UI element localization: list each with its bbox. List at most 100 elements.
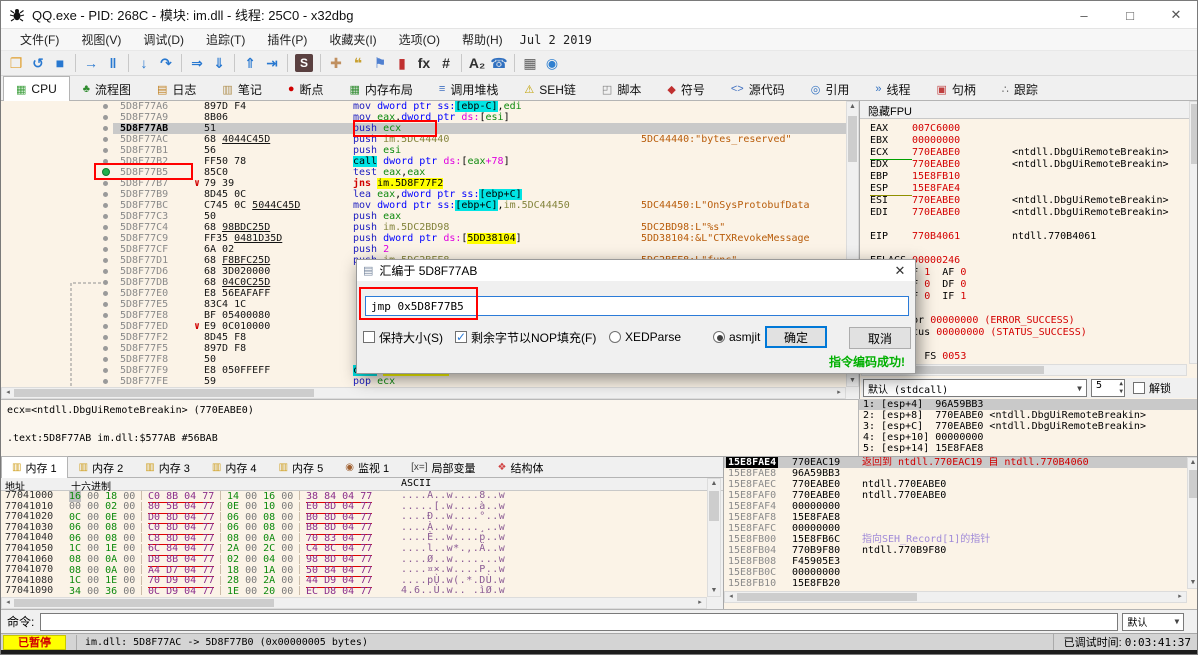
stack-row[interactable]: 15E8FAFC 00000000 [724, 523, 1197, 534]
disasm-row[interactable]: 5D8F77CF 6A 02 push 2 [1, 244, 846, 255]
stack-row[interactable]: 15E8FAE4 770EAC19 返回到 ntdll.770EAC19 自 ntd… [724, 457, 1197, 468]
tab-source[interactable]: <> 源代码 [718, 77, 798, 100]
breakpoint-gutter[interactable] [1, 178, 113, 189]
breakpoint-gutter[interactable] [1, 101, 113, 112]
menu-trace[interactable]: 追踪(T) [195, 29, 256, 50]
tab-references[interactable]: ◎ 引用 [798, 77, 863, 100]
breakpoint-gutter[interactable] [1, 354, 113, 365]
dump-row[interactable]: 77041010 00 00 02 00 80 5B 04 77 0E 00 10 0… [1, 501, 707, 514]
breakpoint-gutter[interactable] [1, 189, 113, 200]
arg-count-stepper[interactable]: 5 ▲ ▼ [1091, 379, 1125, 397]
command-mode-select[interactable]: 默认 ▼ [1122, 612, 1185, 631]
tab-breakpoints[interactable]: ● 断点 [275, 77, 337, 100]
hide-fpu-button[interactable]: 隐藏FPU [860, 101, 1197, 119]
tab-dump-5[interactable]: ▥ 内存 5 [268, 457, 335, 477]
menu-plugins[interactable]: 插件(P) [256, 29, 318, 50]
stack-vscrollbar[interactable]: ▲ ▼ [1187, 457, 1197, 589]
tab-graph[interactable]: ♣ 流程图 [70, 77, 144, 100]
menu-view[interactable]: 视图(V) [70, 29, 132, 50]
dump-row[interactable]: 77041080 1C 00 1E 00 70 D9 04 77 28 00 2A 0… [1, 575, 707, 588]
breakpoint-gutter[interactable] [1, 299, 113, 310]
breakpoint-gutter[interactable] [1, 167, 113, 178]
menu-file[interactable]: 文件(F) [9, 29, 70, 50]
disasm-row[interactable]: 5D8F77C9 FF35 0481D35D push dword ptr ds:[… [1, 233, 846, 244]
command-input[interactable] [40, 612, 1119, 631]
close-button[interactable]: ✕ [1153, 1, 1197, 29]
tab-handles[interactable]: ▣ 句柄 [923, 77, 988, 100]
asmjit-radio[interactable]: asmjit [713, 326, 760, 348]
minimize-button[interactable]: – [1061, 1, 1107, 29]
stack-row[interactable]: 15E8FB0C 00000000 [724, 567, 1197, 578]
stop-badge-icon[interactable]: S [295, 54, 313, 72]
breakpoint-gutter[interactable] [1, 288, 113, 299]
dump-vscrollbar[interactable]: ▲ ▼ [707, 478, 721, 597]
internet-icon[interactable]: ◉ [541, 53, 563, 73]
calculator-icon[interactable]: ▦ [519, 53, 541, 73]
tab-symbols[interactable]: ◆ 符号 [654, 77, 717, 100]
tab-dump-2[interactable]: ▥ 内存 2 [68, 457, 135, 477]
stop-debug-icon[interactable]: ■ [49, 53, 71, 73]
tab-struct[interactable]: ❖ 结构体 [487, 457, 555, 477]
breakpoint-gutter[interactable] [1, 156, 113, 167]
step-into-icon[interactable]: ↓ [133, 53, 155, 73]
assemble-instruction-input[interactable] [365, 296, 909, 316]
disasm-row[interactable]: 5D8F77B9 8D45 0C lea eax,dword ptr ss:[ebp… [1, 189, 846, 200]
stack-row[interactable]: 15E8FB10 15E8FB20 [724, 578, 1197, 589]
cancel-button[interactable]: 取消 [849, 327, 911, 349]
tab-script[interactable]: ◰ 脚本 [589, 77, 654, 100]
function-analysis-icon[interactable]: fx [413, 53, 435, 73]
memory-dump[interactable]: 77041000 16 00 18 00 C0 8B 04 77 14 00 16 0… [1, 491, 707, 597]
step-into-trace-icon[interactable]: ⇓ [208, 53, 230, 73]
tab-dump-1[interactable]: ▥ 内存 1 [1, 456, 68, 478]
dump-row[interactable]: 77041050 1C 00 1E 00 6C 84 04 77 2A 00 2C 0… [1, 543, 707, 557]
breakpoint-gutter[interactable] [1, 376, 113, 387]
comment-icon[interactable]: ❝ [347, 53, 369, 73]
attach-icon[interactable]: ☎ [488, 53, 510, 73]
breakpoint-gutter[interactable] [1, 255, 113, 266]
stack-hscrollbar[interactable]: ◂ ▸ [724, 591, 1187, 603]
memory-map-tool-icon[interactable]: # [435, 53, 457, 73]
breakpoint-gutter[interactable] [1, 244, 113, 255]
breakpoint-gutter[interactable] [1, 277, 113, 288]
disasm-row[interactable]: 5D8F77B7 ∨ 79 39 jns im.5D8F77F2 [1, 178, 846, 189]
disasm-row[interactable]: 5D8F77B5 85C0 test eax,eax [1, 167, 846, 178]
tab-call-stack[interactable]: ≡ 调用堆栈 [426, 77, 511, 100]
calling-convention-select[interactable]: 默认 (stdcall) ▼ [863, 379, 1087, 397]
argument-row[interactable]: 4: [esp+10] 00000000 [859, 432, 1197, 443]
tab-watch-1[interactable]: ◉ 监视 1 [334, 457, 400, 477]
unlock-checkbox[interactable] [1133, 382, 1145, 394]
keep-size-checkbox[interactable]: 保持大小(S) [363, 326, 443, 348]
stack-row[interactable]: 15E8FB00 15E8FB6C 指向SEH_Record[1]的指针 [724, 534, 1197, 545]
tab-notes[interactable]: ▥ 笔记 [209, 77, 274, 100]
open-file-icon[interactable]: ❐ [5, 53, 27, 73]
tab-seh-chain[interactable]: ⚠ SEH链 [511, 77, 589, 100]
disasm-hscrollbar[interactable]: ◂ ▸ [1, 387, 846, 399]
tab-dump-3[interactable]: ▥ 内存 3 [134, 457, 201, 477]
argument-row[interactable]: 3: [esp+C] 770EABE0 <ntdll.DbgUiRemoteBr… [859, 421, 1197, 432]
dump-row[interactable]: 77041090 34 00 36 00 0C D9 04 77 1E 00 20 0… [1, 586, 707, 597]
stack-view[interactable]: 15E8FAE4 770EAC19 返回到 ntdll.770EAC19 自 ntd… [723, 456, 1197, 609]
ok-button[interactable]: 确定 [765, 326, 827, 348]
bookmark-icon[interactable]: ▮ [391, 53, 413, 73]
tab-memory-map[interactable]: ▦ 内存布局 [337, 77, 426, 100]
disasm-row[interactable]: 5D8F77A6 897D F4 mov dword ptr ss:[ebp-C],… [1, 101, 846, 112]
stack-row[interactable]: 15E8FAF4 00000000 [724, 501, 1197, 512]
argument-row[interactable]: 2: [esp+8] 770EABE0 <ntdll.DbgUiRemoteBr… [859, 410, 1197, 421]
breakpoint-gutter[interactable] [1, 332, 113, 343]
breakpoint-gutter[interactable] [1, 123, 113, 134]
dump-row[interactable]: 77041030 06 00 08 00 C0 8D 04 77 06 00 08 0… [1, 522, 707, 535]
disasm-row[interactable]: 5D8F77A9 8B06 mov eax,dword ptr ds:[esi] [1, 112, 846, 123]
stack-row[interactable]: 15E8FB04 770B9F80 ntdll.770B9F80 [724, 545, 1197, 556]
nop-fill-checkbox[interactable]: 剩余字节以NOP填充(F) [455, 326, 596, 348]
tab-dump-4[interactable]: ▥ 内存 4 [201, 457, 268, 477]
disasm-row[interactable]: 5D8F77B1 56 push esi [1, 145, 846, 156]
argument-row[interactable]: 5: [esp+14] 15E8FAE8 [859, 443, 1197, 454]
menu-options[interactable]: 选项(O) [388, 29, 451, 50]
disasm-row[interactable]: 5D8F77C3 50 push eax [1, 211, 846, 222]
restart-icon[interactable]: ↺ [27, 53, 49, 73]
breakpoint-gutter[interactable] [1, 112, 113, 123]
disasm-row[interactable]: 5D8F77AC 68 4044C45D push im.5DC44440 5DC44… [1, 134, 846, 145]
dump-row[interactable]: 77041020 0C 00 0E 00 D0 8D 04 77 06 00 08 0… [1, 512, 707, 525]
tab-trace-tab[interactable]: ∴ 跟踪 [989, 77, 1051, 100]
menu-favourites[interactable]: 收藏夹(I) [318, 29, 387, 50]
